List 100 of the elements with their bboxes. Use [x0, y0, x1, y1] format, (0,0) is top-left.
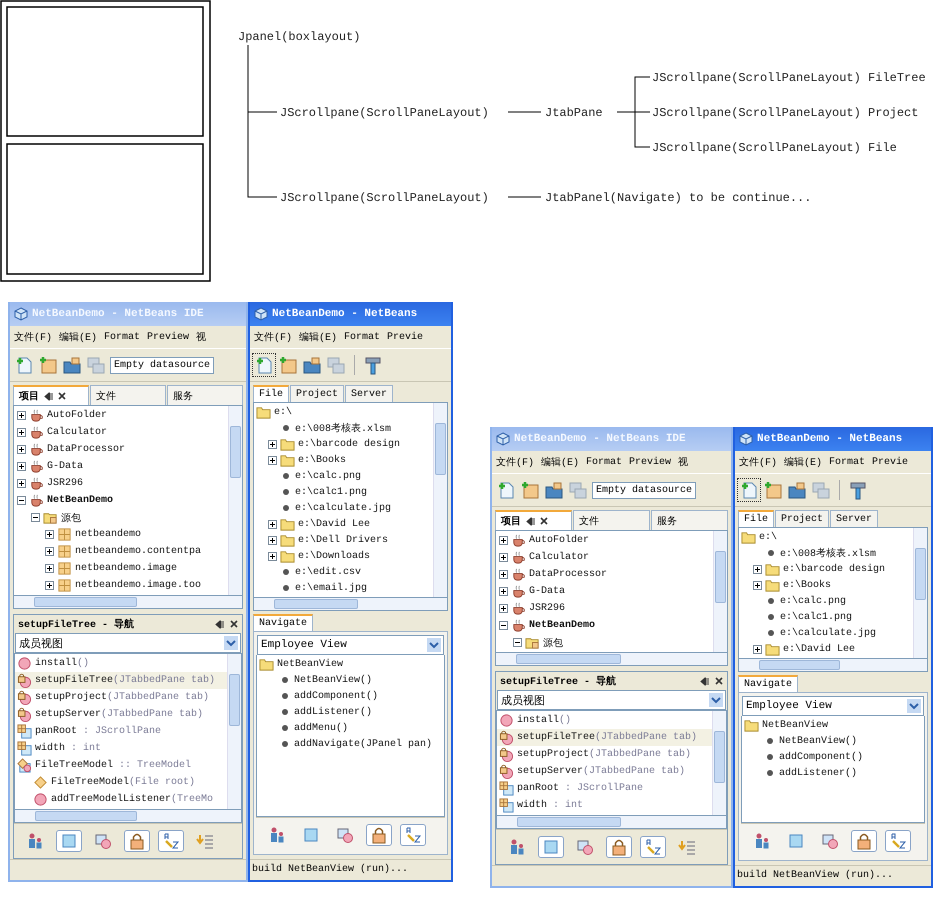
- tree-item[interactable]: e:\calc.png: [739, 593, 913, 609]
- tree-item[interactable]: NetBeanView(): [257, 672, 444, 688]
- panel-tab[interactable]: Server: [830, 510, 878, 527]
- tree-item[interactable]: addComponent(): [257, 688, 444, 704]
- horizontal-scrollbar[interactable]: [496, 816, 727, 829]
- tree-item[interactable]: addListener(): [257, 704, 444, 720]
- tree-item[interactable]: e:\David Lee: [739, 641, 913, 657]
- filter-button[interactable]: [538, 836, 564, 858]
- filter-button[interactable]: [124, 830, 150, 852]
- vertical-scrollbar[interactable]: [913, 528, 927, 658]
- tree-item[interactable]: e:\edit.csv: [254, 564, 433, 580]
- menu-item[interactable]: 文件(F): [496, 455, 534, 469]
- expand-toggle[interactable]: [268, 520, 277, 528]
- tree-item[interactable]: JSR296: [14, 475, 228, 492]
- tree-item[interactable]: e:\calc1.png: [254, 484, 433, 500]
- expand-toggle[interactable]: [499, 621, 508, 630]
- pin-icon[interactable]: [44, 392, 53, 400]
- tree-item[interactable]: addNavigate(JPanel pan): [257, 736, 444, 752]
- tree-item[interactable]: e:\008考核表.xlsm: [254, 420, 433, 436]
- tree-item[interactable]: NetBeanView: [742, 717, 924, 733]
- member-item[interactable]: FileTreeModel :: TreeModel: [15, 757, 227, 774]
- close-icon[interactable]: [58, 392, 66, 400]
- expand-toggle[interactable]: [499, 587, 508, 596]
- close-icon[interactable]: [230, 620, 238, 628]
- panel-tab[interactable]: Project: [290, 385, 344, 402]
- tree-item[interactable]: e:\calc1.png: [739, 609, 913, 625]
- view-dropdown[interactable]: 成员视图: [497, 690, 726, 710]
- open-folder-icon[interactable]: [544, 480, 564, 500]
- menu-item[interactable]: 编辑(E): [784, 455, 822, 469]
- filter-button[interactable]: [366, 824, 392, 846]
- pin-icon[interactable]: [526, 516, 535, 526]
- filter-button[interactable]: [606, 836, 632, 858]
- menu-item[interactable]: 视: [196, 330, 206, 344]
- expand-toggle[interactable]: [45, 547, 54, 556]
- datasource-combo[interactable]: Empty datasource: [592, 482, 696, 498]
- menu-item[interactable]: 编辑(E): [299, 330, 338, 344]
- vertical-scrollbar[interactable]: [227, 654, 241, 809]
- expand-toggle[interactable]: [268, 536, 277, 544]
- panel-tab[interactable]: 文件: [573, 510, 650, 530]
- member-item[interactable]: setupProject(JTabbedPane tab): [15, 689, 227, 706]
- filter-button[interactable]: [851, 830, 877, 852]
- tree-item[interactable]: DataProcessor: [14, 441, 228, 458]
- expand-toggle[interactable]: [499, 604, 508, 613]
- tree-item[interactable]: addComponent(): [742, 749, 924, 765]
- member-item[interactable]: setupProject(JTabbedPane tab): [497, 746, 712, 763]
- open-folder-icon[interactable]: [302, 355, 322, 375]
- tree-item[interactable]: NetBeanDemo: [496, 617, 713, 634]
- tree-item[interactable]: e:\Dell Drivers: [254, 532, 433, 548]
- new-file-icon[interactable]: [739, 480, 759, 500]
- menu-item[interactable]: 文件(F): [14, 330, 52, 344]
- hammer-icon[interactable]: [848, 480, 868, 500]
- tree-item[interactable]: e:\barcode design: [739, 561, 913, 577]
- expand-toggle[interactable]: [499, 536, 508, 545]
- tree-item[interactable]: e:\David Lee: [254, 516, 433, 532]
- tree-item[interactable]: e:\calculate.jpg: [254, 500, 433, 516]
- menu-item[interactable]: Preview: [629, 456, 672, 468]
- panel-tab[interactable]: Server: [345, 385, 394, 402]
- vertical-scrollbar[interactable]: [433, 403, 447, 597]
- tree-item[interactable]: addMenu(): [257, 720, 444, 736]
- horizontal-scrollbar[interactable]: [14, 810, 242, 823]
- menu-item[interactable]: Preview: [147, 332, 190, 342]
- member-item[interactable]: panRoot : JScrollPane: [15, 723, 227, 740]
- member-item[interactable]: setupServer(JTabbedPane tab): [497, 763, 712, 780]
- panel-tab[interactable]: 服务: [651, 510, 728, 530]
- member-item[interactable]: panRoot : JScrollPane: [497, 780, 712, 797]
- expand-toggle[interactable]: [268, 552, 277, 560]
- tree-item[interactable]: netbeandemo.contentpa: [14, 543, 228, 560]
- vertical-scrollbar[interactable]: [712, 711, 726, 815]
- tree-item[interactable]: e:\: [254, 404, 433, 420]
- tree-item[interactable]: e:\Books: [739, 577, 913, 593]
- expand-toggle[interactable]: [45, 530, 54, 539]
- tree-item[interactable]: G-Data: [496, 583, 713, 600]
- panel-tab[interactable]: File: [253, 385, 290, 402]
- member-item[interactable]: install(): [497, 712, 712, 729]
- tree-item[interactable]: addListener(): [742, 765, 924, 781]
- tree-item[interactable]: NetBeanView: [257, 656, 444, 672]
- menu-item[interactable]: 视: [678, 455, 688, 469]
- expand-toggle[interactable]: [45, 581, 54, 590]
- vertical-scrollbar[interactable]: [713, 531, 727, 652]
- menu-item[interactable]: 编辑(E): [541, 455, 580, 469]
- menu-item[interactable]: 编辑(E): [59, 330, 98, 344]
- horizontal-scrollbar[interactable]: [495, 653, 728, 666]
- horizontal-scrollbar[interactable]: [738, 659, 928, 672]
- datasource-combo[interactable]: Empty datasource: [110, 356, 214, 374]
- filter-button[interactable]: [400, 824, 426, 846]
- tree-item[interactable]: AutoFolder: [14, 407, 228, 424]
- menu-item[interactable]: 文件(F): [739, 455, 778, 469]
- expand-toggle[interactable]: [268, 440, 277, 448]
- pin-icon[interactable]: [700, 676, 709, 686]
- expand-toggle[interactable]: [513, 638, 522, 647]
- expand-toggle[interactable]: [31, 513, 40, 522]
- filter-button[interactable]: [56, 830, 82, 852]
- tree-item[interactable]: e:\Downloads: [254, 548, 433, 564]
- tree-item[interactable]: e:\calc.png: [254, 468, 433, 484]
- expand-toggle[interactable]: [499, 570, 508, 579]
- new-file-icon[interactable]: [254, 355, 274, 375]
- member-item[interactable]: width : int: [497, 797, 712, 814]
- expand-toggle[interactable]: [17, 462, 26, 471]
- expand-toggle[interactable]: [17, 428, 26, 437]
- panel-tab[interactable]: File: [738, 510, 774, 527]
